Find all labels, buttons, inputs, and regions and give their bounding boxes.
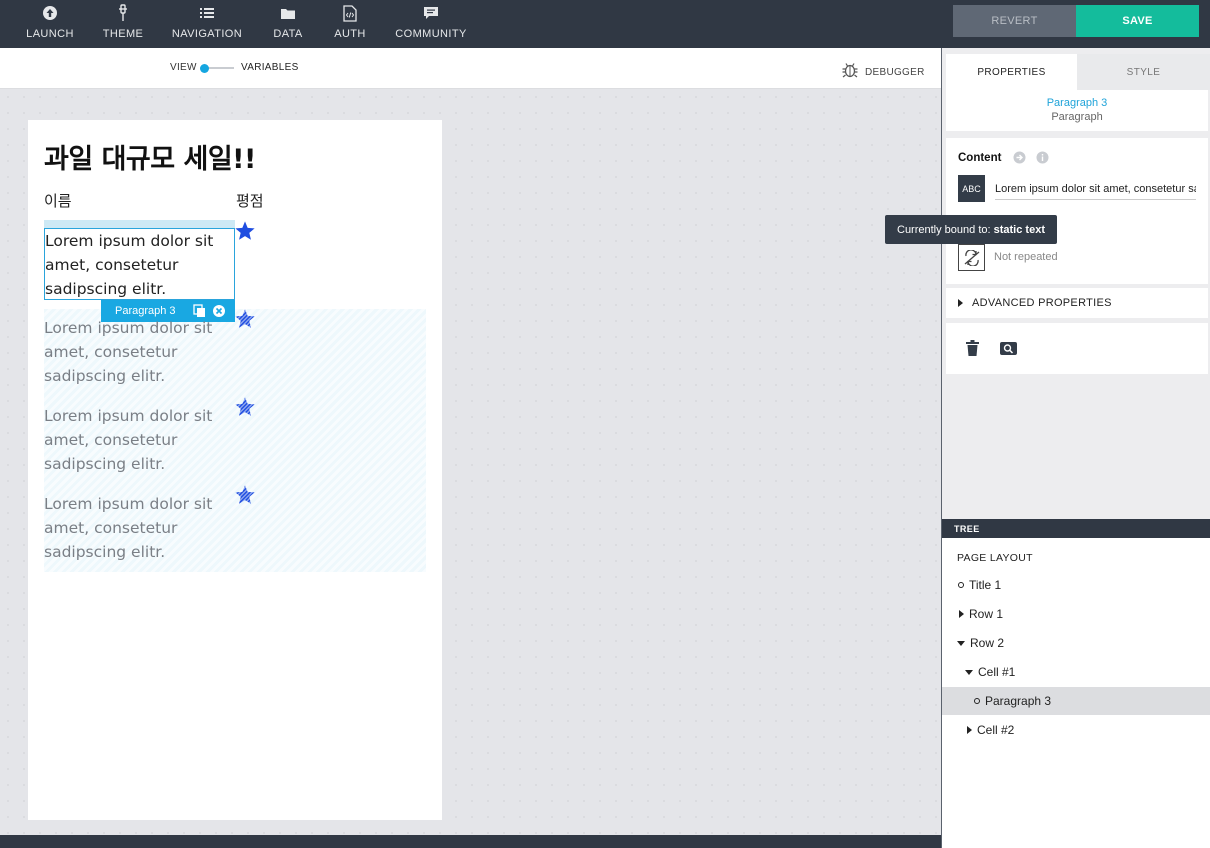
info-icon[interactable] bbox=[1036, 151, 1049, 169]
launch-icon bbox=[41, 4, 59, 22]
nav-launch[interactable]: LAUNCH bbox=[26, 0, 74, 48]
nav-theme[interactable]: THEME bbox=[102, 0, 144, 48]
paragraph-3-selected[interactable]: Lorem ipsum dolor sit amet, consetetur s… bbox=[44, 228, 235, 300]
nav-navigation-label: NAVIGATION bbox=[171, 28, 243, 40]
star-rating-icon-repeat[interactable] bbox=[234, 308, 256, 330]
tree-node-title-1[interactable]: Title 1 bbox=[942, 571, 1210, 599]
community-icon bbox=[422, 4, 440, 22]
repeated-paragraph[interactable]: Lorem ipsum dolor sit amet, consetetur s… bbox=[44, 404, 235, 476]
inspect-icon[interactable] bbox=[1000, 342, 1017, 360]
caret-down-icon[interactable] bbox=[957, 640, 965, 646]
column-header-rating[interactable]: 평점 bbox=[236, 190, 264, 211]
tree-node-label: Title 1 bbox=[969, 578, 1002, 592]
save-button[interactable]: SAVE bbox=[1076, 5, 1199, 37]
repeated-paragraph[interactable]: Lorem ipsum dolor sit amet, consetetur s… bbox=[44, 492, 235, 564]
nav-theme-label: THEME bbox=[102, 28, 144, 40]
page-title[interactable]: 과일 대규모 세일!! bbox=[44, 137, 256, 176]
star-rating-icon-repeat[interactable] bbox=[234, 396, 256, 418]
nav-auth[interactable]: AUTH bbox=[332, 0, 368, 48]
tree-node-label: Row 1 bbox=[969, 607, 1004, 621]
column-header-name[interactable]: 이름 bbox=[44, 190, 72, 211]
editor-toolbar: VIEW VARIABLES DEBUGGER bbox=[0, 48, 941, 89]
nav-data-label: DATA bbox=[273, 28, 303, 40]
nav-launch-label: LAUNCH bbox=[26, 28, 74, 40]
content-title: Content bbox=[958, 152, 1002, 164]
static-text-icon[interactable]: ABC bbox=[958, 175, 985, 202]
trash-icon[interactable] bbox=[966, 340, 979, 361]
debugger-label: DEBUGGER bbox=[865, 67, 925, 78]
tree-header: TREE bbox=[942, 519, 1210, 538]
arrow-right-circle-icon[interactable] bbox=[1013, 151, 1026, 169]
data-folder-icon bbox=[279, 4, 297, 22]
tree-node-label: Row 2 bbox=[970, 636, 1005, 650]
caret-down-icon[interactable] bbox=[965, 669, 973, 675]
tree-node-paragraph-3[interactable]: Paragraph 3 bbox=[942, 687, 1210, 715]
app-screen-preview[interactable]: 과일 대규모 세일!! 이름 평점 Lorem ipsum dolor sit … bbox=[28, 120, 442, 820]
star-rating-icon-repeat[interactable] bbox=[234, 484, 256, 506]
bottom-bar bbox=[0, 835, 941, 848]
leaf-dot-icon bbox=[974, 698, 980, 704]
toggle-knob[interactable] bbox=[200, 64, 209, 73]
caret-right-icon[interactable] bbox=[967, 726, 972, 734]
advanced-properties-label: ADVANCED PROPERTIES bbox=[972, 297, 1112, 309]
nav-data[interactable]: DATA bbox=[270, 0, 306, 48]
content-text-input[interactable] bbox=[995, 178, 1196, 200]
component-type: Paragraph bbox=[1051, 111, 1103, 123]
tooltip-prefix: Currently bound to: bbox=[897, 223, 994, 236]
revert-button[interactable]: REVERT bbox=[953, 5, 1076, 37]
caret-right-icon[interactable] bbox=[959, 610, 964, 618]
nav-navigation[interactable]: NAVIGATION bbox=[172, 0, 242, 48]
component-info: Paragraph 3 Paragraph bbox=[946, 90, 1208, 131]
component-name[interactable]: Paragraph 3 bbox=[946, 97, 1208, 109]
binding-tooltip: Currently bound to: static text bbox=[885, 215, 1057, 244]
tree-node-label: Paragraph 3 bbox=[985, 694, 1052, 708]
theme-icon bbox=[114, 4, 132, 22]
tooltip-value: static text bbox=[993, 223, 1045, 236]
repeat-icon[interactable] bbox=[958, 244, 985, 271]
nav-community[interactable]: COMMUNITY bbox=[395, 0, 467, 48]
nav-community-label: COMMUNITY bbox=[395, 28, 467, 40]
editor-canvas[interactable]: 과일 대규모 세일!! 이름 평점 Lorem ipsum dolor sit … bbox=[0, 89, 941, 835]
repeated-paragraph[interactable]: Lorem ipsum dolor sit amet, consetetur s… bbox=[44, 316, 235, 388]
tree-root-label: PAGE LAYOUT bbox=[957, 552, 1033, 564]
caret-right-icon bbox=[958, 294, 964, 312]
advanced-properties-toggle[interactable]: ADVANCED PROPERTIES bbox=[946, 288, 1208, 318]
top-bar: LAUNCH THEME NAVIGATION DATA AUTH COMMUN… bbox=[0, 0, 1210, 48]
tree-node-cell-1[interactable]: Cell #1 bbox=[942, 658, 1210, 686]
tab-style[interactable]: STYLE bbox=[1077, 54, 1210, 90]
view-variables-toggle[interactable] bbox=[200, 64, 234, 73]
repeat-status: Not repeated bbox=[994, 251, 1058, 263]
debugger-button[interactable]: DEBUGGER bbox=[841, 62, 925, 83]
view-mode-label: VIEW bbox=[170, 62, 197, 73]
navigation-icon bbox=[198, 4, 216, 22]
auth-icon bbox=[341, 4, 359, 22]
nav-auth-label: AUTH bbox=[334, 28, 366, 40]
tree-node-label: Cell #2 bbox=[977, 723, 1015, 737]
tree-node-row-2[interactable]: Row 2 bbox=[942, 629, 1210, 657]
leaf-dot-icon bbox=[958, 582, 964, 588]
layout-tree: PAGE LAYOUT Title 1 Row 1 Row 2 Cell #1 … bbox=[942, 538, 1210, 848]
component-actions bbox=[946, 323, 1208, 374]
tree-node-cell-2[interactable]: Cell #2 bbox=[942, 716, 1210, 744]
tab-properties[interactable]: PROPERTIES bbox=[946, 54, 1077, 90]
variables-mode-label: VARIABLES bbox=[241, 62, 299, 73]
tree-node-label: Cell #1 bbox=[978, 665, 1016, 679]
properties-panel: PROPERTIES STYLE Paragraph 3 Paragraph C… bbox=[941, 48, 1210, 848]
star-rating-icon[interactable] bbox=[234, 220, 256, 242]
bug-icon bbox=[841, 62, 859, 83]
tree-node-row-1[interactable]: Row 1 bbox=[942, 600, 1210, 628]
selected-cell-highlight bbox=[44, 220, 235, 228]
content-section: Content ABC Not repeated bbox=[946, 138, 1208, 284]
